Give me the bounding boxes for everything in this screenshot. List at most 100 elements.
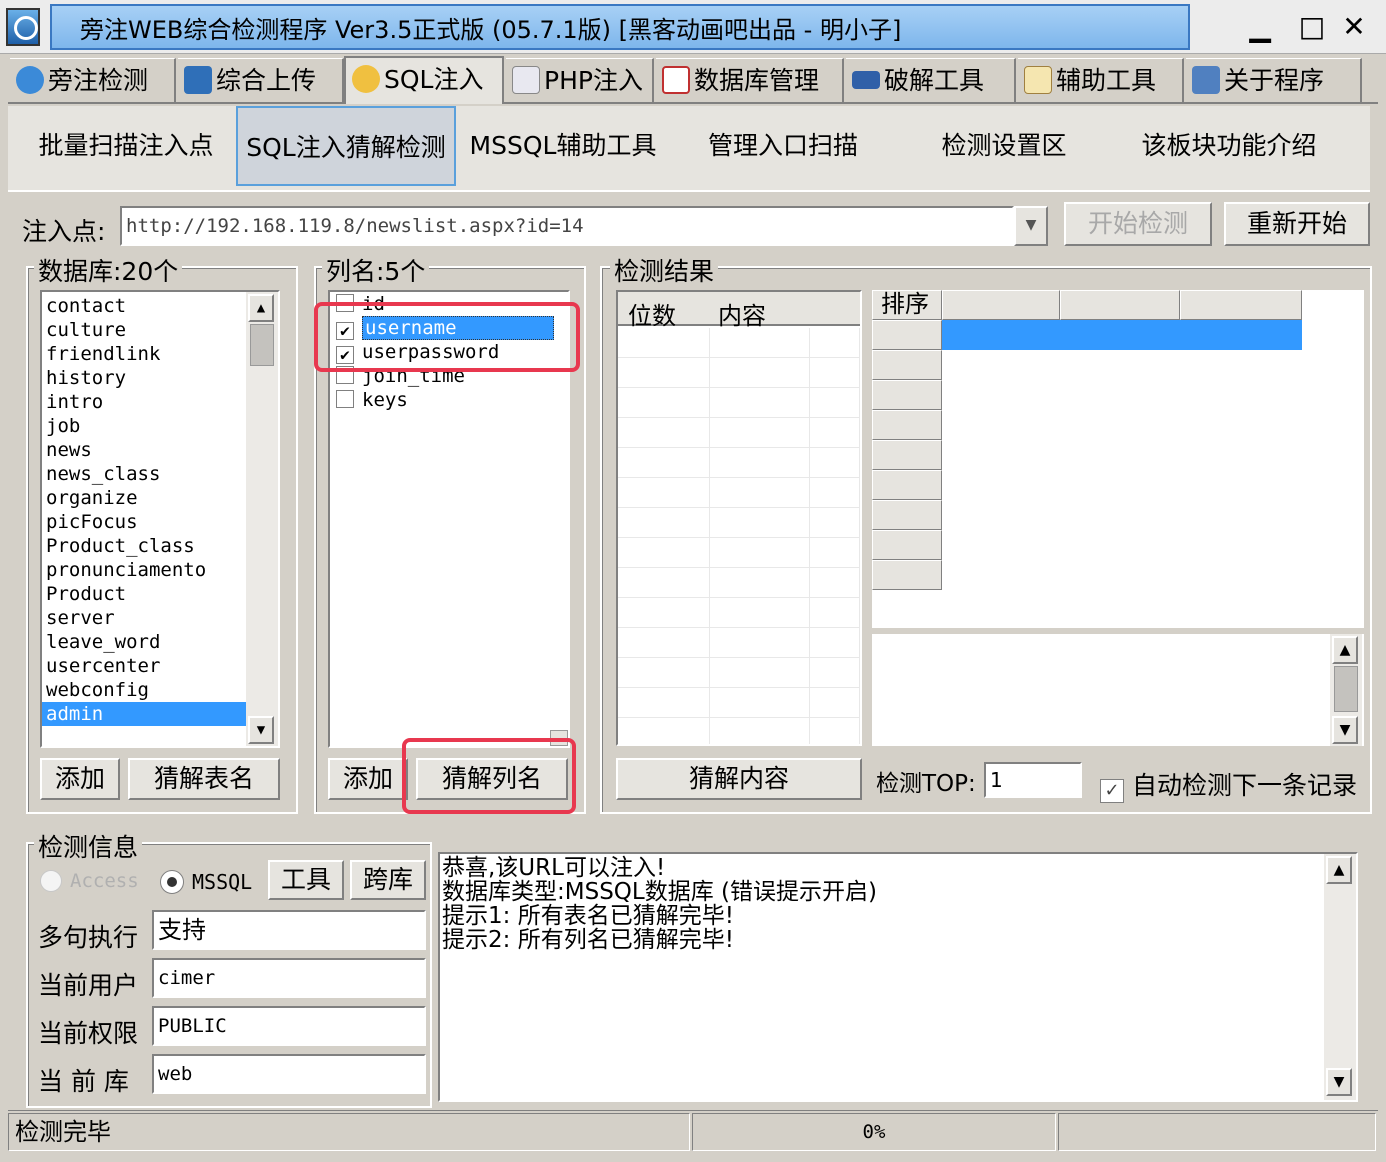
restart-button[interactable]: 重新开始 — [1224, 202, 1370, 246]
scroll-up-icon[interactable]: ▲ — [1332, 636, 1358, 664]
list-item[interactable]: pronunciamento — [42, 558, 246, 582]
sort-row-header[interactable] — [872, 500, 942, 530]
grid-cell — [618, 388, 710, 418]
log-line: 数据库类型:MSSQL数据库 (错误提示开启) — [442, 879, 877, 905]
guess-content-button[interactable]: 猜解内容 — [616, 758, 862, 800]
current-user-label: 当前用户 — [38, 971, 139, 1000]
message-log-scrollbar[interactable]: ▲ ▼ — [1324, 854, 1356, 1100]
list-item[interactable]: keys — [334, 388, 566, 412]
db-add-button[interactable]: 添加 — [40, 758, 120, 800]
list-item[interactable]: usercenter — [42, 654, 246, 678]
radio-access[interactable]: Access — [40, 870, 139, 892]
scroll-down-icon[interactable]: ▼ — [1332, 716, 1358, 744]
list-item[interactable]: Product — [42, 582, 246, 606]
result-grid[interactable]: 位数 内容 — [616, 290, 862, 746]
sort-row-header[interactable] — [872, 440, 942, 470]
list-item[interactable]: intro — [42, 390, 246, 414]
auto-next-checkbox[interactable]: ✓ — [1100, 779, 1124, 803]
sort-header: 排序 — [872, 290, 942, 320]
grid-cell — [618, 718, 710, 744]
list-item[interactable]: picFocus — [42, 510, 246, 534]
tab-sidelook[interactable]: 旁注检测 — [10, 58, 176, 102]
tab-php-inject[interactable]: PHP注入 — [506, 58, 654, 102]
tab-aux-tools[interactable]: 辅助工具 — [1018, 58, 1184, 102]
database-list-scrollbar[interactable]: ▲ ▼ — [246, 292, 278, 746]
top-input[interactable]: 1 — [984, 762, 1082, 798]
columns-highlight-box — [314, 302, 580, 372]
grid-cell — [710, 508, 810, 538]
tab-sql-inject[interactable]: SQL注入 — [344, 56, 504, 104]
sort-row-header[interactable] — [872, 530, 942, 560]
tab-about[interactable]: 关于程序 — [1186, 58, 1362, 102]
auto-next-option[interactable]: ✓ 自动检测下一条记录 — [1100, 766, 1357, 803]
sort-row-header[interactable] — [872, 470, 942, 500]
scroll-thumb[interactable] — [1334, 666, 1358, 712]
tab-crack-tools[interactable]: 破解工具 — [846, 58, 1016, 102]
list-item[interactable]: admin — [42, 702, 246, 726]
sort-row-header[interactable] — [872, 560, 942, 590]
scroll-thumb[interactable] — [250, 324, 274, 366]
list-item[interactable]: history — [42, 366, 246, 390]
radio-selected-icon — [160, 870, 184, 894]
url-dropdown-button[interactable]: ▼ — [1014, 206, 1048, 246]
message-log[interactable]: 恭喜,该URL可以注入! 数据库类型:MSSQL数据库 (错误提示开启) 提示1: … — [438, 852, 1358, 1102]
document-search-icon — [512, 66, 540, 94]
scroll-down-icon[interactable]: ▼ — [1326, 1068, 1352, 1096]
chart-upload-icon — [184, 66, 212, 94]
subtab-batch-scan[interactable]: 批量扫描注入点 — [26, 106, 226, 186]
sort-row-header[interactable] — [872, 410, 942, 440]
list-item[interactable]: Product_class — [42, 534, 246, 558]
list-item[interactable]: leave_word — [42, 630, 246, 654]
guess-tables-button[interactable]: 猜解表名 — [128, 758, 280, 800]
current-perm-field[interactable]: PUBLIC — [152, 1006, 426, 1046]
grid-cell — [710, 478, 810, 508]
current-perm-label: 当前权限 — [38, 1019, 139, 1048]
tab-upload[interactable]: 综合上传 — [178, 58, 344, 102]
tab-db-manage[interactable]: 数据库管理 — [656, 58, 844, 102]
tools-button[interactable]: 工具 — [268, 860, 344, 900]
list-item[interactable]: news — [42, 438, 246, 462]
list-item[interactable]: server — [42, 606, 246, 630]
list-item[interactable]: contact — [42, 294, 246, 318]
sort-grid[interactable]: 排序 — [872, 290, 1364, 628]
grid-cell — [618, 658, 710, 688]
grid-cell — [618, 688, 710, 718]
subtab-admin-scan[interactable]: 管理入口扫描 — [688, 106, 878, 186]
subtab-intro[interactable]: 该板块功能介绍 — [1124, 106, 1334, 186]
scroll-up-icon[interactable]: ▲ — [248, 294, 274, 322]
sort-selected-row[interactable] — [942, 320, 1302, 350]
sort-row-header[interactable] — [872, 380, 942, 410]
list-item[interactable]: culture — [42, 318, 246, 342]
start-detect-button[interactable]: 开始检测 — [1064, 202, 1212, 246]
grid-cell — [810, 568, 860, 598]
list-item[interactable]: webconfig — [42, 678, 246, 702]
list-item[interactable]: news_class — [42, 462, 246, 486]
radio-mssql[interactable]: MSSQL — [160, 870, 252, 894]
checkbox-icon[interactable] — [336, 390, 354, 408]
status-bar: 检测完毕 0% — [8, 1110, 1378, 1154]
maximize-button[interactable]: □ — [1292, 8, 1332, 46]
sub-tab-strip: 批量扫描注入点 SQL注入猜解检测 MSSQL辅助工具 管理入口扫描 检测设置区… — [8, 106, 1370, 192]
multi-exec-field[interactable]: 支持 — [152, 910, 426, 950]
inject-url-input[interactable]: http://192.168.119.8/newslist.aspx?id=14 — [120, 206, 1014, 246]
list-item[interactable]: organize — [42, 486, 246, 510]
database-list[interactable]: contact culture friendlink history intro job n… — [40, 290, 280, 748]
scroll-down-icon[interactable]: ▼ — [248, 716, 274, 744]
list-item[interactable]: job — [42, 414, 246, 438]
result-text-scrollbar[interactable]: ▲ ▼ — [1330, 634, 1362, 746]
current-db-field[interactable]: web — [152, 1054, 426, 1094]
cross-db-button[interactable]: 跨库 — [350, 860, 426, 900]
scroll-up-icon[interactable]: ▲ — [1326, 856, 1352, 884]
col-add-button[interactable]: 添加 — [328, 758, 408, 800]
result-text-area[interactable]: ▲ ▼ — [872, 634, 1364, 746]
subtab-mssql-tools[interactable]: MSSQL辅助工具 — [468, 106, 658, 186]
minimize-button[interactable]: ▁ — [1240, 8, 1280, 46]
grid-cell — [810, 328, 860, 358]
current-user-field[interactable]: cimer — [152, 958, 426, 998]
subtab-sql-guess[interactable]: SQL注入猜解检测 — [236, 106, 456, 186]
list-item[interactable]: friendlink — [42, 342, 246, 366]
subtab-settings[interactable]: 检测设置区 — [914, 106, 1094, 186]
sort-row-header[interactable] — [872, 320, 942, 350]
sort-row-header[interactable] — [872, 350, 942, 380]
close-button[interactable]: ✕ — [1334, 8, 1374, 46]
